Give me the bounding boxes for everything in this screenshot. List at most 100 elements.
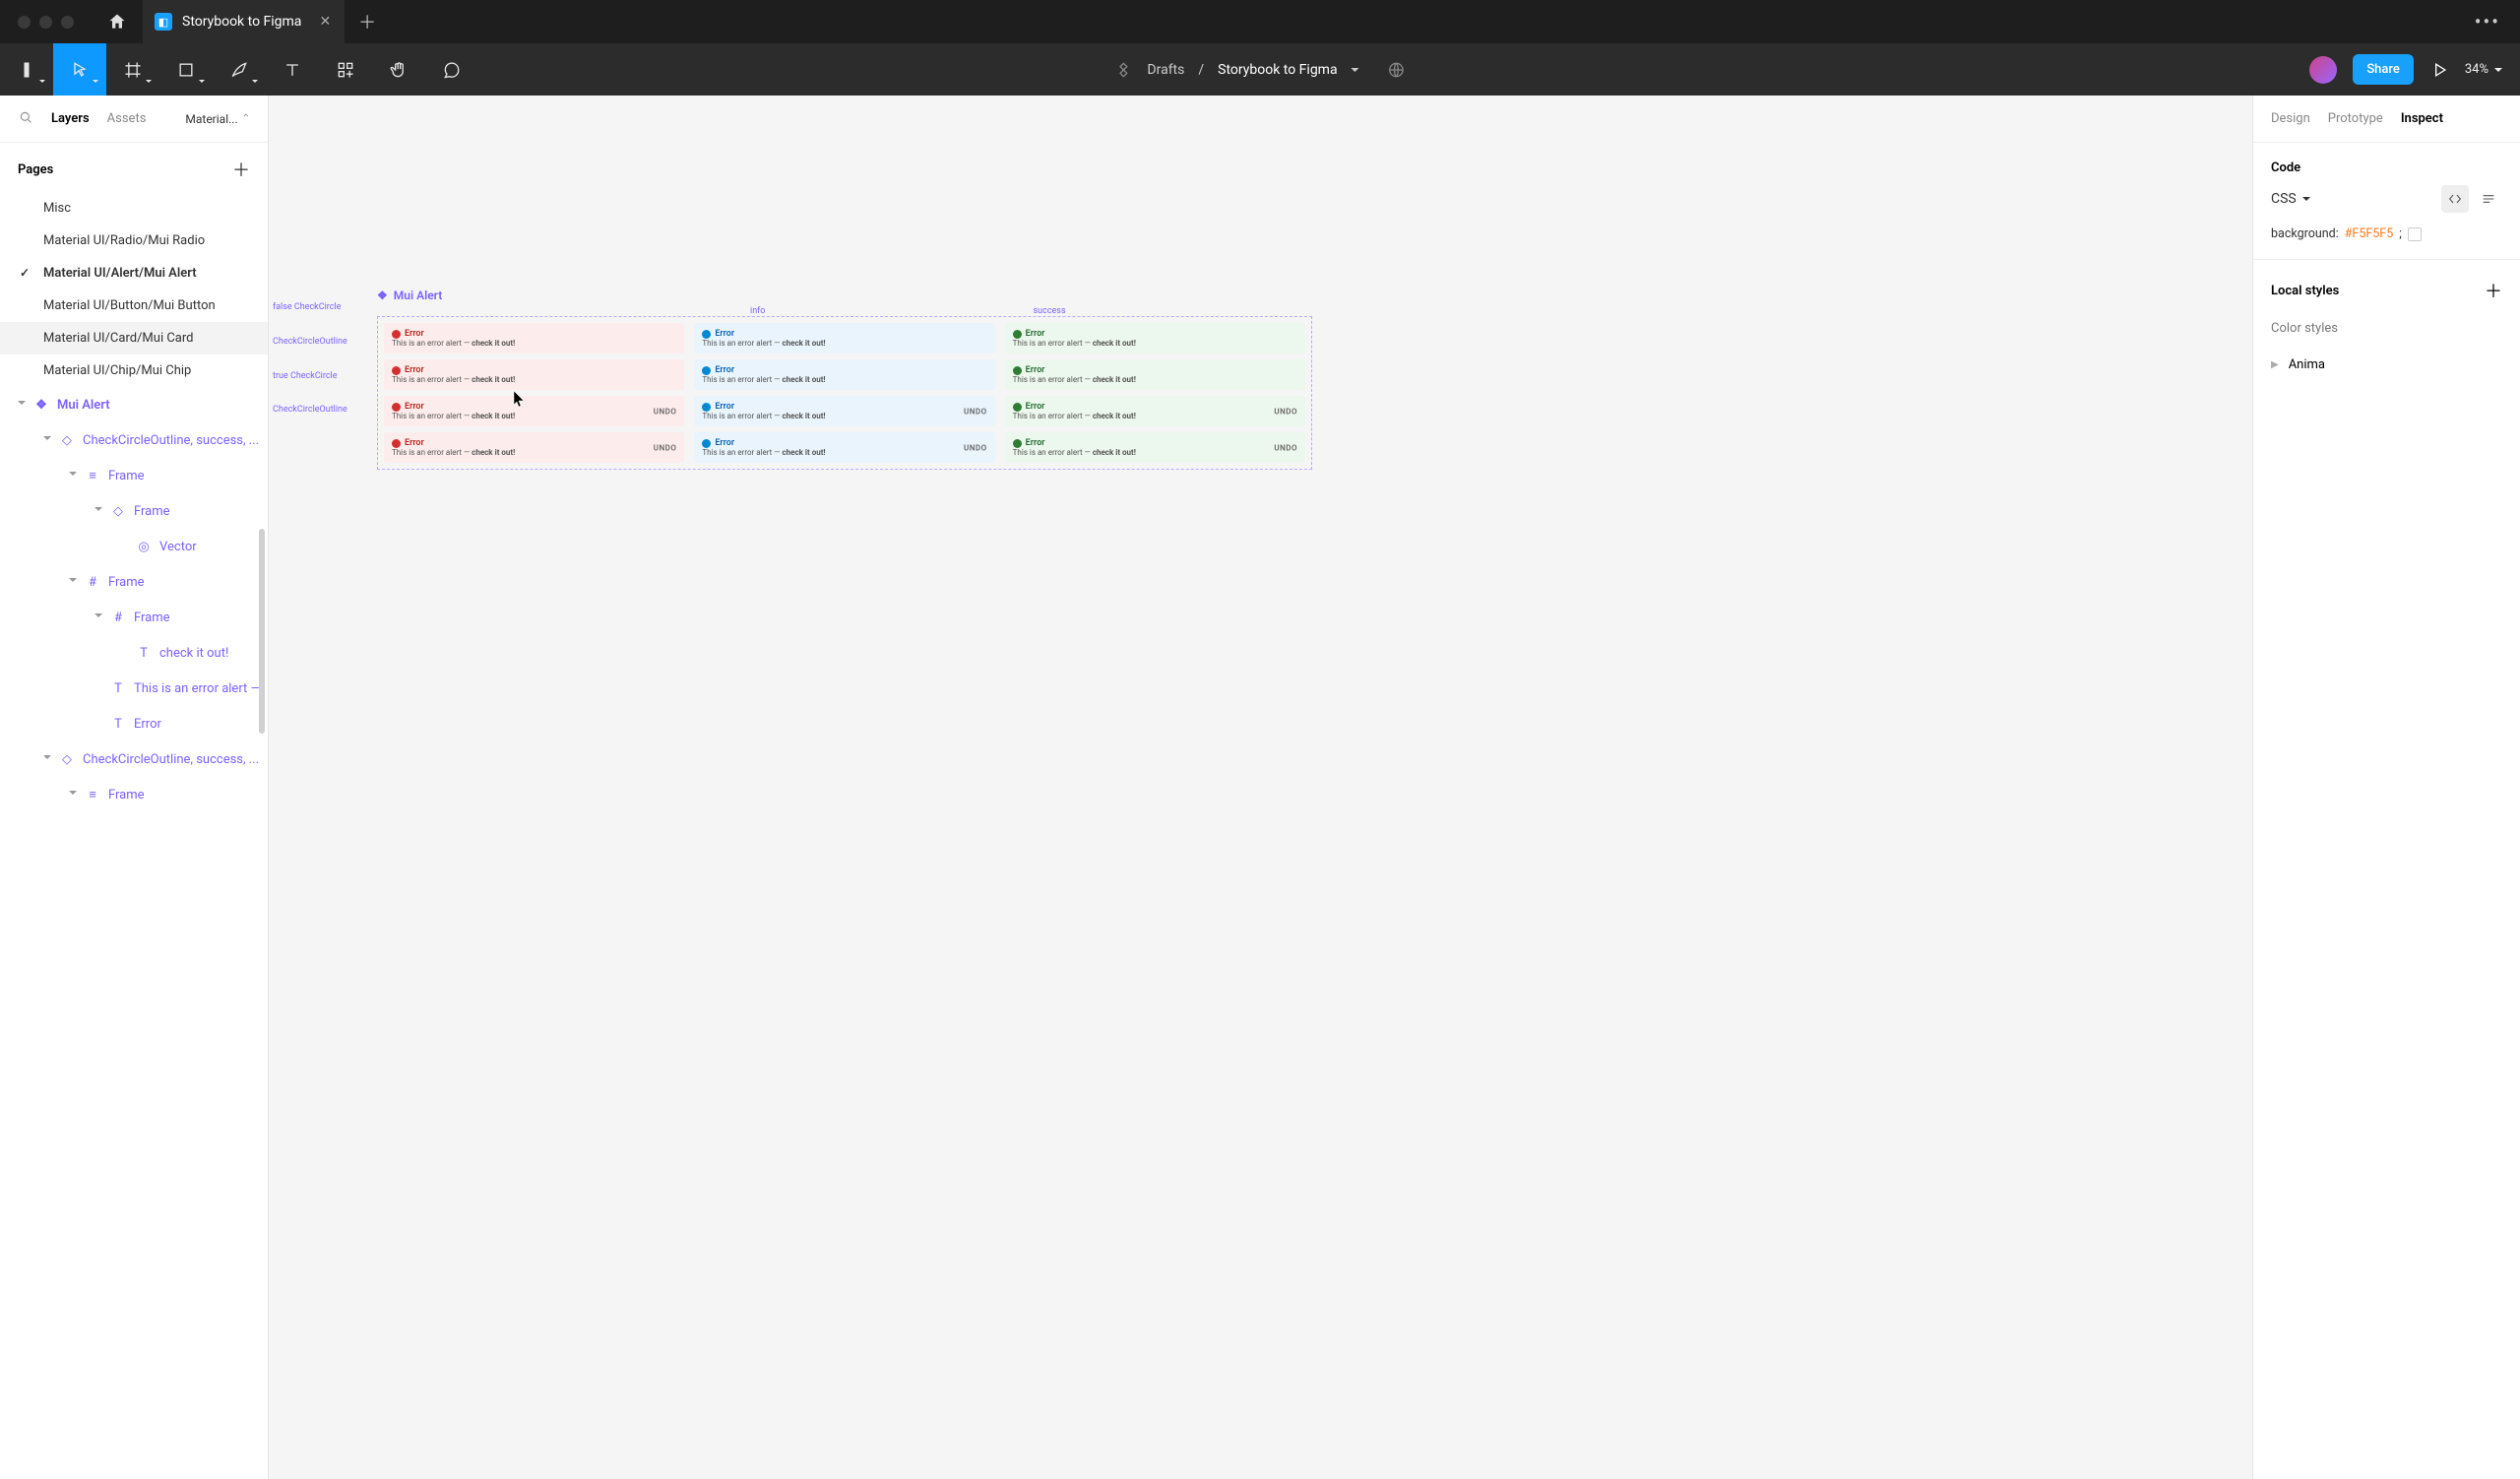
pen-tool[interactable] (213, 43, 266, 96)
right-panel: Design Prototype Inspect Code CSS backgr… (2252, 96, 2520, 1479)
alert-title: Error (702, 402, 986, 412)
status-dot-icon (1013, 403, 1022, 412)
alert-error[interactable]: ErrorThis is an error alert — check it o… (384, 432, 684, 463)
layer-row[interactable]: ≡Frame (0, 458, 268, 493)
page-item[interactable]: Material UI/Button/Mui Button (0, 289, 268, 322)
scrollbar[interactable] (259, 529, 265, 734)
undo-button[interactable]: UNDO (654, 407, 677, 416)
alert-info[interactable]: ErrorThis is an error alert — check it o… (694, 323, 994, 354)
tab-inspect[interactable]: Inspect (2401, 111, 2443, 126)
resources-tool[interactable] (319, 43, 372, 96)
chevron-down-icon[interactable] (43, 755, 51, 763)
alert-error[interactable]: ErrorThis is an error alert — check it o… (384, 396, 684, 426)
minimize-icon[interactable] (39, 16, 52, 29)
alert-title: Error (1013, 438, 1297, 448)
undo-button[interactable]: UNDO (654, 443, 677, 452)
color-swatch[interactable] (2408, 227, 2422, 241)
file-name[interactable]: Storybook to Figma (1218, 62, 1337, 78)
page-item[interactable]: Material UI/Chip/Mui Chip (0, 354, 268, 387)
share-button[interactable]: Share (2353, 54, 2414, 85)
add-page-button[interactable]: ＋ (232, 157, 250, 182)
tab-prototype[interactable]: Prototype (2328, 111, 2383, 126)
frame-title[interactable]: ❖ Mui Alert (377, 289, 1312, 302)
layer-row[interactable]: ◇CheckCircleOutline, success, ... (0, 422, 268, 458)
alert-error[interactable]: ErrorThis is an error alert — check it o… (384, 359, 684, 390)
text-tool[interactable] (266, 43, 319, 96)
alert-success[interactable]: ErrorThis is an error alert — check it o… (1005, 396, 1305, 426)
alert-body: This is an error alert — check it out! (1013, 339, 1297, 348)
home-button[interactable] (92, 0, 143, 43)
code-table-icon[interactable] (2475, 185, 2502, 213)
chevron-down-icon[interactable] (69, 791, 77, 799)
alert-success[interactable]: ErrorThis is an error alert — check it o… (1005, 432, 1305, 463)
breadcrumb-root[interactable]: Drafts (1147, 62, 1184, 78)
chevron-down-icon[interactable] (69, 578, 77, 586)
page-item[interactable]: Misc (0, 192, 268, 225)
style-group-anima[interactable]: ▶ Anima (2253, 352, 2520, 378)
code-language-select[interactable]: CSS (2253, 181, 2520, 226)
home-icon (107, 12, 127, 32)
chevron-down-icon[interactable] (18, 401, 26, 409)
page-picker[interactable]: Material... ⌃ (185, 112, 250, 126)
status-dot-icon (392, 366, 401, 375)
main-menu-button[interactable] (0, 43, 53, 96)
new-tab-button[interactable]: ＋ (345, 9, 390, 34)
canvas[interactable]: false CheckCircleCheckCircleOutlinetrue … (269, 96, 2252, 1479)
alert-success[interactable]: ErrorThis is an error alert — check it o… (1005, 323, 1305, 354)
overflow-menu-button[interactable]: ••• (2455, 10, 2520, 33)
zoom-icon[interactable] (61, 16, 74, 29)
undo-button[interactable]: UNDO (964, 443, 987, 452)
avatar[interactable] (2309, 56, 2337, 84)
shape-tool[interactable] (159, 43, 213, 96)
tab-assets[interactable]: Assets (107, 111, 147, 126)
page-item[interactable]: Material UI/Card/Mui Card (0, 322, 268, 354)
alert-info[interactable]: ErrorThis is an error alert — check it o… (694, 396, 994, 426)
add-style-button[interactable]: ＋ (2485, 278, 2502, 303)
layer-row[interactable]: #Frame (0, 564, 268, 600)
layer-row[interactable]: TError (0, 706, 268, 741)
frame-tool[interactable] (106, 43, 159, 96)
comment-tool[interactable] (425, 43, 478, 96)
canvas-frame[interactable]: ❖ Mui Alert infosuccess ErrorThis is an … (377, 289, 1312, 470)
layer-row[interactable]: ◇CheckCircleOutline, success, ... (0, 741, 268, 777)
undo-button[interactable]: UNDO (1274, 443, 1297, 452)
search-icon[interactable] (18, 109, 33, 129)
code-brackets-icon[interactable] (2441, 185, 2469, 213)
chevron-down-icon[interactable] (94, 613, 102, 621)
tab-current-file[interactable]: ◧ Storybook to Figma ✕ (143, 0, 345, 43)
move-tool[interactable] (53, 43, 106, 96)
chevron-down-icon[interactable] (69, 472, 77, 480)
hand-tool[interactable] (372, 43, 425, 96)
tab-layers[interactable]: Layers (51, 111, 90, 126)
layer-row[interactable]: ❖Mui Alert (0, 387, 268, 422)
tab-design[interactable]: Design (2271, 111, 2310, 126)
css-code-line[interactable]: background: #F5F5F5; (2253, 226, 2520, 259)
alert-success[interactable]: ErrorThis is an error alert — check it o… (1005, 359, 1305, 390)
status-dot-icon (392, 330, 401, 339)
close-icon[interactable] (18, 16, 31, 29)
alert-error[interactable]: ErrorThis is an error alert — check it o… (384, 323, 684, 354)
alert-info[interactable]: ErrorThis is an error alert — check it o… (694, 359, 994, 390)
undo-button[interactable]: UNDO (964, 407, 987, 416)
page-item[interactable]: Material UI/Alert/Mui Alert (0, 257, 268, 289)
titlebar: ◧ Storybook to Figma ✕ ＋ ••• (0, 0, 2520, 43)
globe-icon[interactable] (1387, 60, 1407, 80)
chevron-down-icon[interactable] (1352, 68, 1359, 76)
layer-row[interactable]: TThis is an error alert — (0, 671, 268, 706)
zoom-control[interactable]: 34% (2465, 62, 2502, 77)
zoom-value: 34% (2465, 62, 2488, 77)
layer-row[interactable]: #Frame (0, 600, 268, 635)
layer-row[interactable]: Tcheck it out! (0, 635, 268, 671)
layer-label: CheckCircleOutline, success, ... (83, 433, 259, 448)
chevron-down-icon[interactable] (43, 436, 51, 444)
page-item[interactable]: Material UI/Radio/Mui Radio (0, 225, 268, 257)
play-icon[interactable] (2429, 60, 2449, 80)
alert-info[interactable]: ErrorThis is an error alert — check it o… (694, 432, 994, 463)
layer-row[interactable]: ◎Vector (0, 529, 268, 564)
layer-row[interactable]: ≡Frame (0, 777, 268, 812)
layer-label: Frame (134, 611, 170, 625)
undo-button[interactable]: UNDO (1274, 407, 1297, 416)
tab-close-button[interactable]: ✕ (319, 14, 331, 30)
layer-row[interactable]: ◇Frame (0, 493, 268, 529)
chevron-down-icon[interactable] (94, 507, 102, 515)
